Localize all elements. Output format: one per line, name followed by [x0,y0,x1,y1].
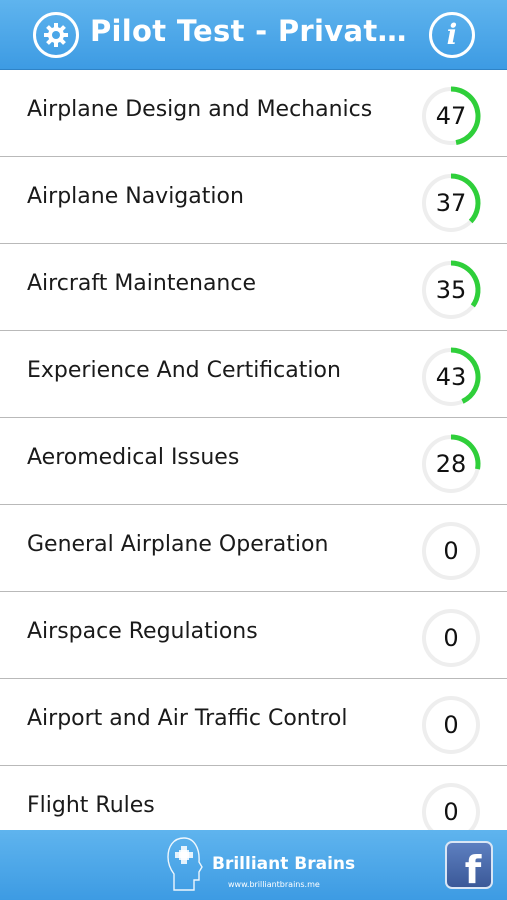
info-icon: i [446,18,458,51]
score-value: 0 [443,624,459,652]
topic-label: Flight Rules [27,793,155,818]
topic-row[interactable]: Experience And Certification 43 [0,331,507,418]
score-ring: 0 [418,692,484,758]
topic-row[interactable]: Aeromedical Issues 28 [0,418,507,505]
topic-row[interactable]: Airspace Regulations 0 [0,592,507,679]
topic-label: Aircraft Maintenance [27,271,257,296]
page-title: Pilot Test - Private P... [90,14,420,48]
score-ring: 43 [418,344,484,410]
gear-icon [44,23,68,47]
topic-label: Experience And Certification [27,358,341,383]
topic-label: Airplane Navigation [27,184,244,209]
topic-row[interactable]: Aircraft Maintenance 35 [0,244,507,331]
score-value: 35 [435,276,467,304]
topic-row[interactable]: General Airplane Operation 0 [0,505,507,592]
brand-logo[interactable]: Brilliant Brains www.brilliantbrains.me [164,834,355,896]
facebook-icon: f [464,848,482,889]
score-value: 0 [443,798,459,826]
topic-row[interactable]: Airplane Design and Mechanics 47 [0,70,507,157]
score-value: 37 [435,189,467,217]
info-button[interactable]: i [429,12,475,58]
score-value: 43 [435,363,467,391]
topic-row[interactable]: Flight Rules 0 [0,766,507,830]
score-value: 28 [435,450,467,478]
score-ring: 28 [418,431,484,497]
facebook-button[interactable]: f [445,841,493,889]
score-ring: 37 [418,170,484,236]
topic-list: Airplane Design and Mechanics 47 Airplan… [0,70,507,830]
topic-label: General Airplane Operation [27,532,329,557]
topic-label: Airport and Air Traffic Control [27,706,348,731]
brand-name: Brilliant Brains [212,854,356,874]
topic-label: Aeromedical Issues [27,445,240,470]
settings-button[interactable] [33,12,79,58]
score-ring: 0 [418,605,484,671]
topic-row[interactable]: Airplane Navigation 37 [0,157,507,244]
brand-url: www.brilliantbrains.me [228,880,320,889]
topic-row[interactable]: Airport and Air Traffic Control 0 [0,679,507,766]
header-bar: Pilot Test - Private P... i [0,0,507,70]
score-ring: 35 [418,257,484,323]
score-ring: 47 [418,83,484,149]
footer-bar: Brilliant Brains www.brilliantbrains.me … [0,830,507,900]
score-value: 47 [435,102,467,130]
topic-label: Airspace Regulations [27,619,258,644]
score-ring: 0 [418,518,484,584]
head-logo-icon [167,837,203,891]
score-ring: 0 [418,779,484,830]
score-value: 0 [443,711,459,739]
score-value: 0 [443,537,459,565]
topic-label: Airplane Design and Mechanics [27,97,373,122]
